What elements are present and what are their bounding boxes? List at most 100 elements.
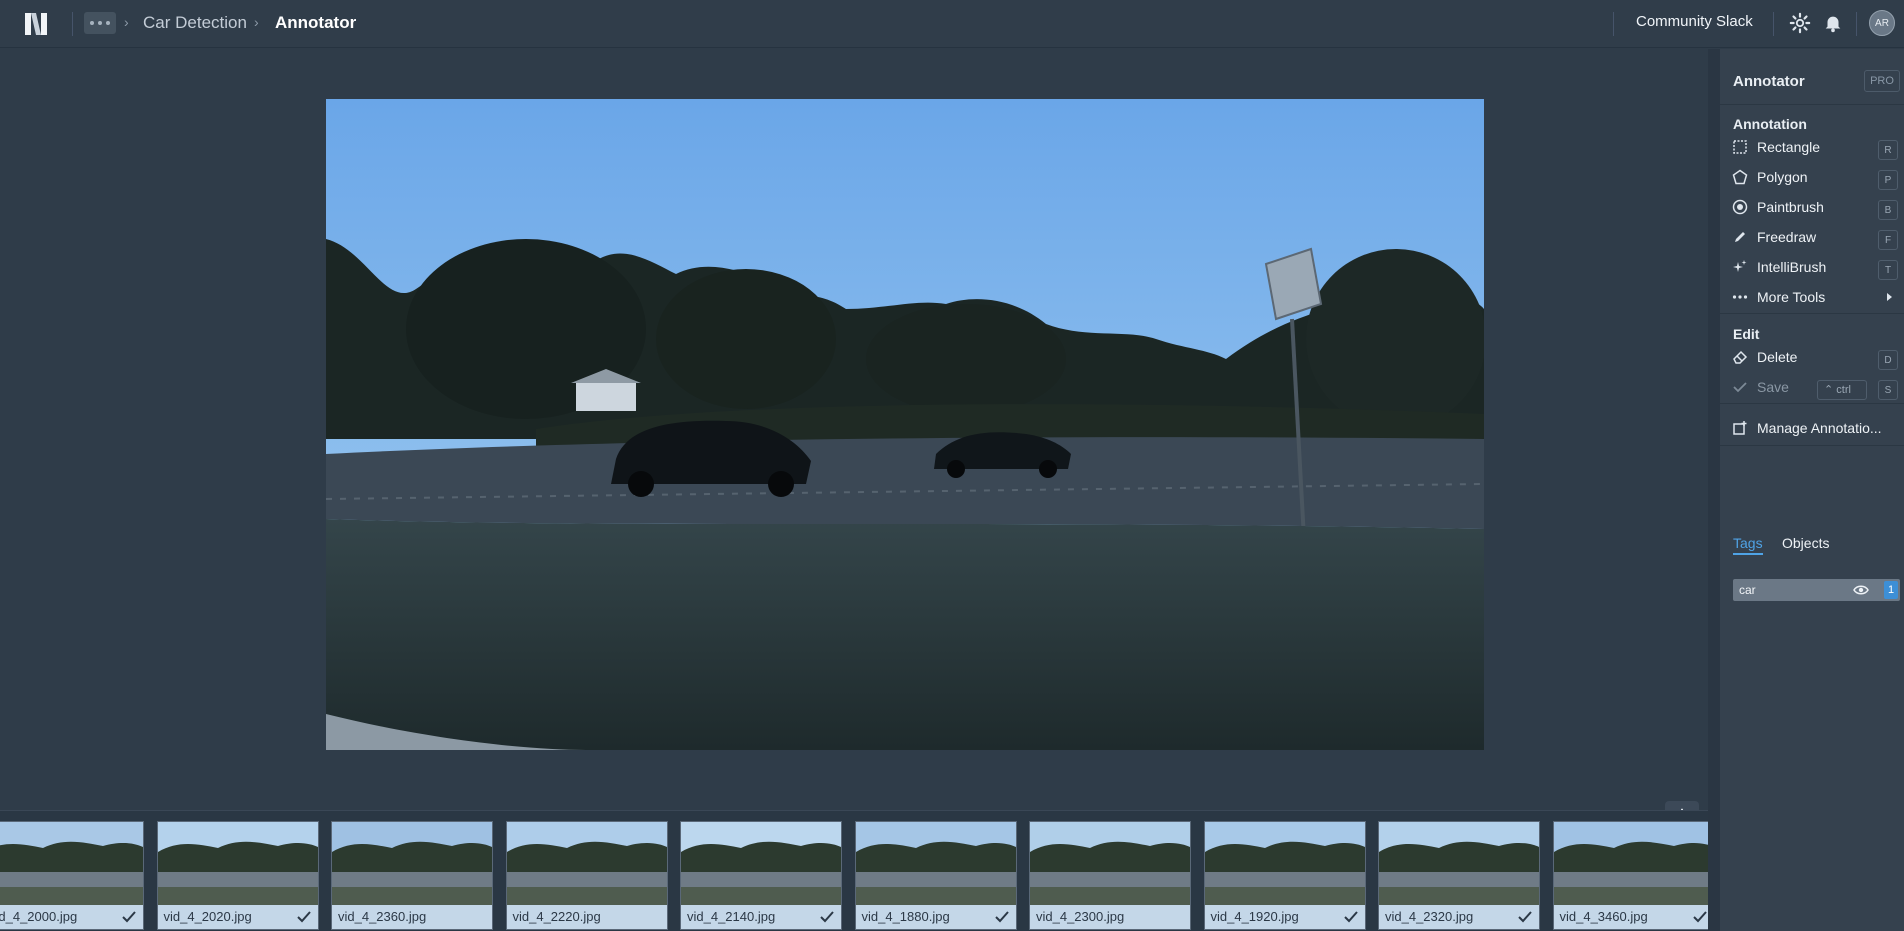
check-icon [296,911,311,923]
caret-right-icon [1887,293,1892,301]
filmstrip-thumbnail[interactable]: vid_4_2320.jpg [1378,821,1540,930]
thumbnail-filename: vid_4_2300.jpg [1030,905,1190,929]
filmstrip-thumbnail[interactable]: vid_4_2020.jpg [156,821,319,930]
shortcut-key: S [1878,380,1898,400]
tool-label: IntelliBrush [1757,259,1827,275]
image-filmstrip: vid_4_2000.jpg vid_4_2020.jpg vid_4_2360.j… [0,810,1715,931]
divider [1720,104,1904,105]
save-button[interactable]: Save ⌃ ctrl S [1720,372,1904,402]
tool-label: Freedraw [1757,229,1817,245]
annotation-image[interactable] [326,99,1484,750]
check-icon [994,911,1009,923]
tool-polygon[interactable]: Polygon P [1720,162,1904,192]
thumbnail-filename: vid_4_2320.jpg [1379,905,1539,929]
check-icon [1733,382,1747,393]
filmstrip-thumbnail[interactable]: vid_4_1880.jpg [854,821,1017,930]
panel-resizer[interactable] [1708,49,1720,931]
rectangle-icon [1733,140,1747,154]
tag-count-badge: 1 [1884,581,1898,599]
divider [72,12,73,36]
check-icon [1518,911,1532,923]
active-tab-indicator [1733,553,1763,555]
check-icon [1343,911,1358,923]
chevron-right-icon: › [124,14,129,30]
shortcut-key: R [1878,140,1898,160]
breadcrumb-project[interactable]: Car Detection [143,13,247,33]
eraser-icon [1733,350,1748,364]
tag-row-car[interactable]: car 1 [1733,579,1900,601]
shortcut-key: P [1878,170,1898,190]
thumbnail-image [1204,822,1365,907]
manage-label: Manage Annotatio... [1757,420,1882,436]
thumbnail-image [332,822,492,907]
top-bar: › Car Detection › Annotator Community Sl… [0,0,1904,48]
edit-section-heading: Edit [1733,326,1760,342]
thumbnail-image [157,822,318,907]
tool-more-tools[interactable]: More Tools [1720,282,1904,312]
shortcut-key: F [1878,230,1898,250]
check-icon [122,911,136,923]
thumbnail-filename: vid_4_2140.jpg [681,905,841,929]
thumbnail-filename: vid_4_1920.jpg [1204,905,1365,929]
tool-label: Rectangle [1757,139,1821,155]
panel-title: Annotator [1733,73,1805,90]
filmstrip-thumbnail[interactable]: vid_4_3460.jpg [1552,821,1715,930]
tool-label: Paintbrush [1757,199,1824,215]
thumbnail-image [1553,822,1714,907]
check-icon [820,911,834,923]
filmstrip-thumbnail[interactable]: vid_4_2360.jpg [331,821,493,930]
manage-annotations-button[interactable]: Manage Annotatio... [1720,413,1904,443]
tab-tags[interactable]: Tags [1733,535,1763,551]
eye-icon[interactable] [1853,583,1869,597]
check-icon [1692,911,1707,923]
shortcut-modifier-label: ctrl [1836,384,1851,396]
annotation-canvas-area[interactable] [0,49,1708,854]
tool-label: More Tools [1757,289,1826,305]
shortcut-key: T [1878,260,1898,280]
thumbnail-image [681,822,841,907]
tool-paintbrush[interactable]: Paintbrush B [1720,192,1904,222]
breadcrumb-current: Annotator [275,13,357,32]
thumbnail-filename: vid_4_3460.jpg [1553,905,1714,929]
thumbnail-filename: vid_4_2020.jpg [157,905,318,929]
tool-intellibrush[interactable]: IntelliBrush T [1720,252,1904,282]
thumbnail-image [855,822,1016,907]
road-scene-image[interactable] [326,99,1484,750]
divider [1856,12,1857,36]
divider [1720,313,1904,314]
thumbnail-image [1030,822,1190,907]
filmstrip-thumbnail[interactable]: vid_4_2000.jpg [0,821,144,930]
filmstrip-thumbnail[interactable]: vid_4_2220.jpg [505,821,668,930]
tool-freedraw[interactable]: Freedraw F [1720,222,1904,252]
annotator-side-panel: Annotator PRO Annotation Rectangle R Pol… [1720,49,1904,931]
bell-icon[interactable] [1822,12,1844,34]
filmstrip-thumbnail[interactable]: vid_4_1920.jpg [1203,821,1366,930]
save-label: Save [1757,379,1789,395]
tab-objects[interactable]: Objects [1782,535,1829,551]
community-slack-link[interactable]: Community Slack [1636,13,1753,30]
filmstrip-thumbnail[interactable]: vid_4_2140.jpg [680,821,842,930]
thumbnail-image [0,822,143,907]
thumbnail-filename: vid_4_1880.jpg [855,905,1016,929]
chevron-right-icon: › [254,14,259,30]
divider [1720,403,1904,404]
shortcut-key: B [1878,200,1898,220]
breadcrumb-more-button[interactable] [84,12,116,34]
thumbnail-filename: vid_4_2360.jpg [332,905,492,929]
tag-name: car [1739,583,1756,597]
delete-label: Delete [1757,349,1798,365]
paintbrush-icon [1732,199,1748,215]
pencil-icon [1735,232,1745,242]
gear-icon[interactable] [1789,12,1811,34]
user-avatar[interactable]: AR [1869,10,1895,36]
app-logo-icon[interactable] [22,10,50,38]
dots-icon [1732,295,1748,299]
delete-button[interactable]: Delete D [1720,342,1904,372]
tool-label: Polygon [1757,169,1808,185]
tool-rectangle[interactable]: Rectangle R [1720,132,1904,162]
divider [1773,12,1774,36]
filmstrip-thumbnail[interactable]: vid_4_2300.jpg [1029,821,1191,930]
thumbnail-image [1379,822,1539,907]
annotation-section-heading: Annotation [1733,116,1807,132]
shortcut-modifier: ⌃ ctrl [1817,380,1867,400]
